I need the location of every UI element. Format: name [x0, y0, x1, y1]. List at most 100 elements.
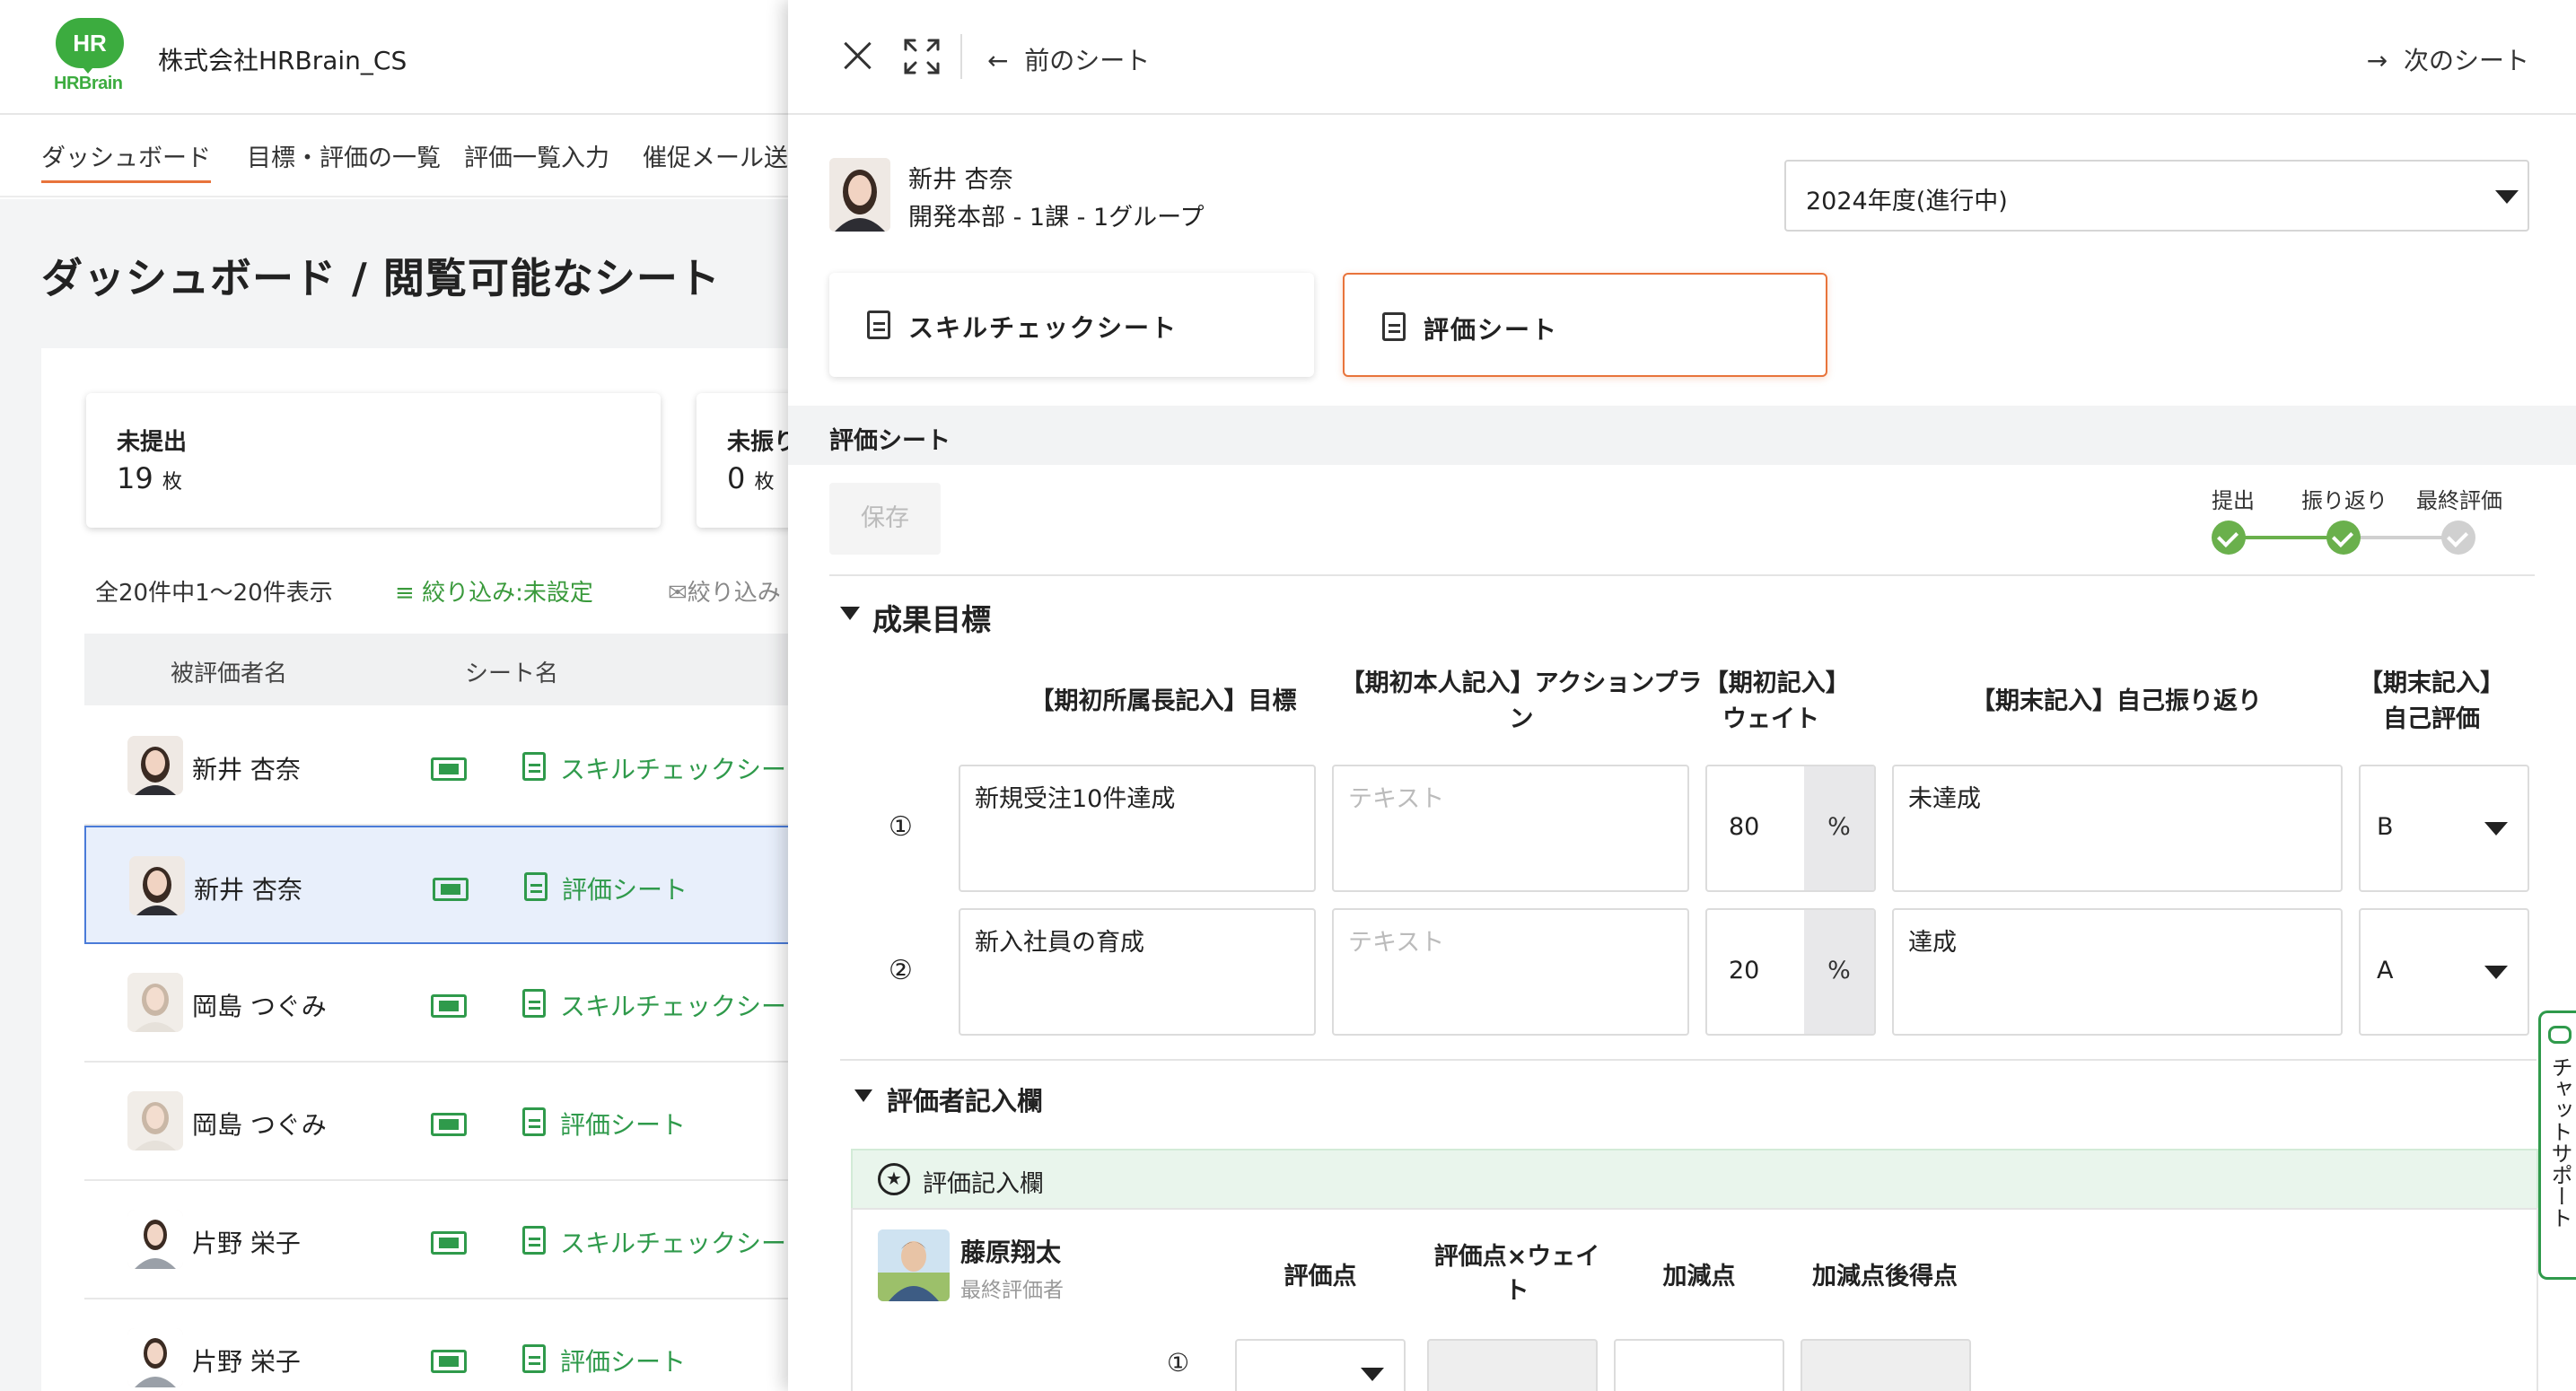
self-eval-select[interactable]: B — [2359, 765, 2529, 892]
nav-goals-list[interactable]: 目標・評価の一覧 — [247, 138, 441, 173]
avatar — [127, 1210, 183, 1269]
status-icon — [431, 1113, 467, 1136]
evaluee-name: 新井 杏奈 — [192, 755, 301, 784]
action-plan-field[interactable]: テキスト — [1332, 908, 1689, 1036]
list-row[interactable]: 片野 栄子 スキルチェックシー — [84, 1181, 831, 1299]
prev-sheet-label: 前のシート — [1024, 46, 1151, 75]
avatar — [127, 1328, 183, 1387]
sheets-panel: 未提出 19 枚 未振り 0 枚 全20件中1〜20件表示 ≡ 絞り込み:未設定… — [41, 348, 966, 1391]
section-header: 評価シート — [788, 406, 2576, 465]
reflection-text: 達成 — [1908, 929, 1957, 957]
sheet-link[interactable]: 評価シート — [560, 1106, 686, 1142]
col-score-x-weight: 評価点×ウェイト — [1433, 1243, 1600, 1305]
action-plan-placeholder: テキスト — [1348, 929, 1445, 957]
sheet-link[interactable]: 評価シート — [562, 870, 688, 906]
nav-eval-input[interactable]: 評価一覧入力 — [464, 138, 609, 173]
list-row-selected[interactable]: 新井 杏奈 評価シート — [84, 826, 831, 944]
filter-button[interactable]: ≡ 絞り込み:未設定 — [395, 574, 593, 608]
weight-value: 80 — [1729, 813, 1760, 841]
weight-unit: % — [1804, 910, 1874, 1034]
chat-support-tab[interactable]: チャットサポート — [2538, 1010, 2576, 1280]
sheet-link[interactable]: 評価シート — [560, 1343, 686, 1378]
self-eval-value: A — [2377, 957, 2394, 984]
status-icon — [433, 878, 469, 901]
sheet-link[interactable]: スキルチェックシー — [560, 987, 786, 1023]
sheet-link[interactable]: スキルチェックシー — [560, 1224, 786, 1260]
filter-label: 絞り込み:未設定 — [422, 580, 593, 607]
weight-field[interactable]: 20 % — [1705, 908, 1876, 1036]
evaluee-name: 片野 栄子 — [192, 1347, 301, 1377]
goal-field[interactable]: 新規受注10件達成 — [959, 765, 1316, 892]
expand-icon[interactable] — [903, 38, 941, 75]
tab-label: スキルチェックシート — [908, 313, 1178, 343]
evaluee-name: 岡島 つぐみ — [192, 992, 327, 1021]
sheet-link[interactable]: スキルチェックシー — [560, 750, 786, 786]
prev-sheet-button[interactable]: ← 前のシート — [987, 41, 1150, 77]
stat-value: 19 枚 — [117, 461, 182, 495]
tab-evaluation-sheet[interactable]: 評価シート — [1343, 273, 1827, 377]
evaluator-avatar — [878, 1229, 950, 1301]
evaluator-section-title[interactable]: 評価者記入欄 — [887, 1080, 1043, 1118]
col-goal: 【期初所属長記入】目標 — [1030, 687, 1297, 715]
self-reflection-field[interactable]: 未達成 — [1892, 765, 2343, 892]
goals-section-title[interactable]: 成果目標 — [872, 596, 991, 639]
collapse-triangle-icon[interactable] — [854, 1089, 872, 1102]
adjustment-input[interactable] — [1614, 1339, 1784, 1391]
avatar — [127, 1091, 183, 1150]
list-row[interactable]: 片野 栄子 評価シート — [84, 1299, 831, 1391]
evaluator-entry: 藤原翔太 最終評価者 評価点 評価点×ウェイト 加減点 加減点後得点 ① — [851, 1208, 2538, 1391]
sheet-drawer: ← 前のシート → 次のシート 新井 杏奈 開発本部 - 1課 - 1グループ … — [788, 0, 2576, 1391]
list-row[interactable]: 新井 杏奈 スキルチェックシー — [84, 707, 831, 826]
action-plan-field[interactable]: テキスト — [1332, 765, 1689, 892]
period-select[interactable]: 2024年度(進行中) — [1784, 160, 2529, 232]
nav-reminder-mail[interactable]: 催促メール送 — [643, 138, 788, 173]
self-eval-select[interactable]: A — [2359, 908, 2529, 1036]
score-select[interactable] — [1235, 1339, 1406, 1391]
col-self-eval: 【期末記入】自己評価 — [2359, 669, 2504, 733]
save-button[interactable]: 保存 — [829, 483, 941, 555]
toolbar-divider — [960, 34, 962, 79]
list-row[interactable]: 岡島 つぐみ スキルチェックシー — [84, 944, 831, 1063]
list-row[interactable]: 岡島 つぐみ 評価シート — [84, 1063, 831, 1181]
nav-dashboard[interactable]: ダッシュボード — [41, 138, 211, 183]
company-name: 株式会社HRBrain_CS — [158, 46, 407, 75]
collapse-triangle-icon[interactable] — [840, 607, 860, 620]
col-weight: 【期初記入】ウェイト — [1704, 669, 1838, 733]
employee-name: 新井 杏奈 — [908, 166, 1013, 194]
evaluee-name: 片野 栄子 — [192, 1229, 301, 1258]
self-reflection-field[interactable]: 達成 — [1892, 908, 2343, 1036]
goal-field[interactable]: 新入社員の育成 — [959, 908, 1316, 1036]
stat-value: 0 枚 — [727, 461, 775, 495]
document-icon — [522, 1344, 546, 1373]
stat-unsubmitted[interactable]: 未提出 19 枚 — [86, 393, 661, 528]
workflow-progress: 提出 振り返り 最終評価 — [2212, 483, 2544, 564]
drawer-toolbar: ← 前のシート → 次のシート — [788, 0, 2576, 115]
chat-bubble-icon — [2548, 1026, 2572, 1044]
step-label-final: 最終評価 — [2416, 488, 2502, 513]
mail-filter-button[interactable]: ✉絞り込み — [668, 574, 781, 608]
logo-mark: HR — [56, 18, 124, 68]
mail-filter-label: 絞り込み — [687, 580, 781, 607]
arrow-right-icon: → — [2366, 46, 2388, 75]
step-connector — [2244, 536, 2328, 539]
next-sheet-button[interactable]: → 次のシート — [2367, 41, 2529, 77]
step-label-submit: 提出 — [2212, 488, 2255, 513]
chat-support-label: チャットサポート — [2547, 1056, 2572, 1229]
list-header: 被評価者名 シート名 — [84, 634, 831, 705]
adjusted-score-value — [1801, 1339, 1971, 1391]
step-pending-icon — [2441, 521, 2475, 555]
evaluation-entry-bar: 評価記入欄 — [851, 1149, 2538, 1208]
row-number: ② — [889, 955, 913, 986]
close-icon[interactable] — [842, 39, 874, 72]
avatar — [127, 973, 183, 1032]
evaluator-role: 最終評価者 — [960, 1279, 1064, 1302]
badge-star-icon — [878, 1163, 910, 1195]
col-evaluee-name: 被評価者名 — [171, 661, 288, 687]
weight-field[interactable]: 80 % — [1705, 765, 1876, 892]
step-done-icon — [2326, 521, 2361, 555]
tab-skill-check-sheet[interactable]: スキルチェックシート — [829, 273, 1314, 377]
hrbrain-logo[interactable]: HR HRBrain — [52, 16, 129, 93]
main-nav: ダッシュボード 目標・評価の一覧 評価一覧入力 催促メール送 — [0, 117, 790, 197]
mail-icon: ✉ — [668, 580, 688, 607]
action-plan-placeholder: テキスト — [1348, 785, 1445, 813]
